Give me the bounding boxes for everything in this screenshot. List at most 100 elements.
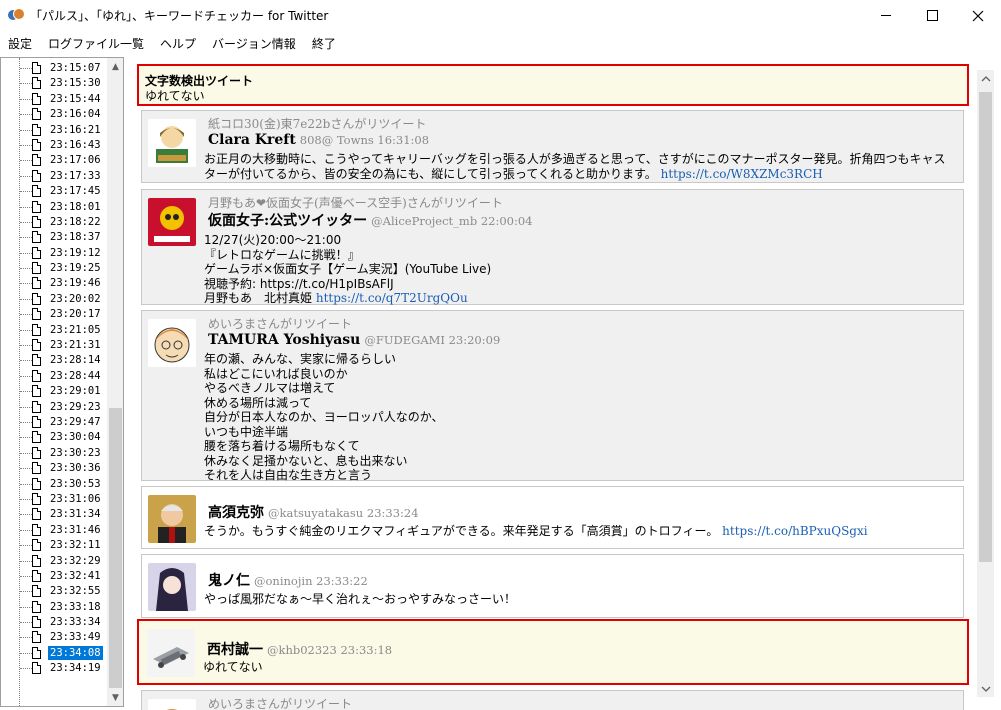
tree-item-label: 23:21:31 [50,339,101,352]
arrow-down-icon[interactable]: ▼ [107,689,123,706]
tree-item[interactable]: 23:17:33 [1,169,108,184]
menu-settings[interactable]: 設定 [0,31,40,57]
display-name[interactable]: 鬼ノ仁 [208,573,250,589]
tree-item[interactable]: 23:17:06 [1,153,108,168]
tree-item-label: 23:17:06 [50,154,101,167]
tree-item-label: 23:32:41 [50,569,101,582]
feed-scroll-thumb[interactable] [979,92,992,562]
avatar [148,119,196,167]
document-icon [32,185,41,198]
tree-item[interactable]: 23:15:30 [1,76,108,91]
maximize-icon [926,10,938,21]
tree-item[interactable]: 23:28:14 [1,353,108,368]
document-icon [32,492,41,505]
document-icon [32,123,41,136]
tree-item[interactable]: 23:17:45 [1,184,108,199]
document-icon [32,400,41,413]
tree-item[interactable]: 23:20:17 [1,307,108,322]
menu-exit[interactable]: 終了 [304,31,344,57]
tree-item[interactable]: 23:19:12 [1,246,108,261]
tree-item-label: 23:16:04 [50,108,101,121]
tree-item[interactable]: 23:34:08 [1,644,108,661]
tree-item[interactable]: 23:15:07 [1,61,108,76]
document-icon [32,292,41,305]
tree-item-label: 23:20:17 [50,308,101,321]
tree-item-label: 23:29:01 [50,385,101,398]
tweet-card[interactable]: 月野もあ❤仮面女子(声優ベース空手)さんがリツイート 仮面女子:公式ツイッター @… [141,189,964,305]
arrow-up-icon[interactable] [977,70,994,87]
tree-item-label: 23:18:37 [50,231,101,244]
detected-tweet-card[interactable]: 文字数検出ツイート ゆれてない [137,64,969,106]
tree-item[interactable]: 23:32:41 [1,569,108,584]
tree-item[interactable]: 23:19:46 [1,276,108,291]
tree-item[interactable]: 23:16:21 [1,123,108,138]
menu-log-files[interactable]: ログファイル一覧 [40,31,152,57]
tree-item[interactable]: 23:28:44 [1,369,108,384]
tree-item[interactable]: 23:29:47 [1,415,108,430]
app-icon [8,7,25,24]
tree-item-label: 23:32:55 [50,585,101,598]
tree-item[interactable]: 23:32:55 [1,584,108,599]
tree-item[interactable]: 23:18:37 [1,230,108,245]
tweet-card[interactable]: めいろまさんがリツイート [141,690,964,710]
tree-connector [20,575,32,577]
tree-connector [20,329,32,331]
feed-scrollbar[interactable] [977,70,994,697]
tree-item[interactable]: 23:20:02 [1,292,108,307]
tree-item[interactable]: 23:33:18 [1,600,108,615]
tree-item[interactable]: 23:31:34 [1,507,108,522]
tree-item[interactable]: 23:32:29 [1,554,108,569]
keyword-match-tweet-card[interactable]: 西村誠一 @khb02323 23:33:18 ゆれてない [137,619,969,685]
tree-item[interactable]: 23:33:49 [1,630,108,645]
tree-item[interactable]: 23:31:46 [1,523,108,538]
tree-item-label: 23:31:46 [50,523,101,536]
arrow-down-icon[interactable] [977,680,994,697]
display-name[interactable]: Clara Kreft [208,132,296,148]
tree-item[interactable]: 23:30:23 [1,446,108,461]
tree-item[interactable]: 23:33:34 [1,615,108,630]
tweet-card[interactable]: 高須克弥 @katsuyatakasu 23:33:24 そうか。もうすぐ純金のリ… [141,486,964,549]
tree-item[interactable]: 23:21:05 [1,323,108,338]
tree-item[interactable]: 23:34:19 [1,661,108,676]
tree-item[interactable]: 23:30:04 [1,430,108,445]
tree-item[interactable]: 23:19:25 [1,261,108,276]
tweet-text: 年の瀬、みんな、実家に帰るらしい 私はどこにいれば良いのか やるべきノルマは増え… [204,352,444,482]
tree-item[interactable]: 23:21:31 [1,338,108,353]
display-name[interactable]: TAMURA Yoshiyasu [208,332,360,348]
tweet-card[interactable]: 鬼ノ仁 @oninojin 23:33:22 やっぱ風邪だなぁ～早く治れぇ～おっや… [141,554,964,618]
tweet-card[interactable]: めいろまさんがリツイート TAMURA Yoshiyasu @FUDEGAMI 2… [141,310,964,482]
tree-item[interactable]: 23:18:01 [1,200,108,215]
display-name[interactable]: 西村誠一 [207,642,263,658]
log-tree[interactable]: 23:15:07 23:15:30 23:15:44 23:16:04 23:16:21… [0,57,124,707]
display-name[interactable]: 仮面女子:公式ツイッター [208,213,367,229]
maximize-button[interactable] [909,0,955,31]
minimize-button[interactable] [863,0,909,31]
tree-scroll-thumb[interactable] [109,408,122,688]
menu-version[interactable]: バージョン情報 [204,31,304,57]
document-icon [32,262,41,275]
tree-item[interactable]: 23:15:44 [1,92,108,107]
close-button[interactable] [955,0,1001,31]
tree-scrollbar[interactable]: ▲ ▼ [107,58,123,706]
tree-item[interactable]: 23:32:11 [1,538,108,553]
menu-help[interactable]: ヘルプ [152,31,204,57]
tree-item[interactable]: 23:29:01 [1,384,108,399]
tree-connector [20,452,32,454]
tree-item[interactable]: 23:18:22 [1,215,108,230]
tree-item[interactable]: 23:29:23 [1,400,108,415]
document-icon [32,462,41,475]
arrow-up-icon[interactable]: ▲ [107,58,123,75]
tree-connector [20,391,32,393]
tree-item[interactable]: 23:30:36 [1,461,108,476]
tree-connector [20,637,32,639]
tweet-link[interactable]: https://t.co/W8XZMc3RCH [661,167,823,181]
display-name[interactable]: 高須克弥 [208,505,264,521]
tree-item[interactable]: 23:16:43 [1,138,108,153]
tree-item[interactable]: 23:30:53 [1,477,108,492]
tweet-card[interactable]: 紙コロ30(金)東7e22bさんがリツイート Clara Kreft 808@ T… [141,110,964,183]
tree-item[interactable]: 23:31:06 [1,492,108,507]
tree-connector [20,83,32,85]
tree-item[interactable]: 23:16:04 [1,107,108,122]
tweet-link[interactable]: https://t.co/q7T2UrgQOu [316,291,468,305]
tweet-link[interactable]: https://t.co/hBPxuQSgxi [722,524,867,538]
